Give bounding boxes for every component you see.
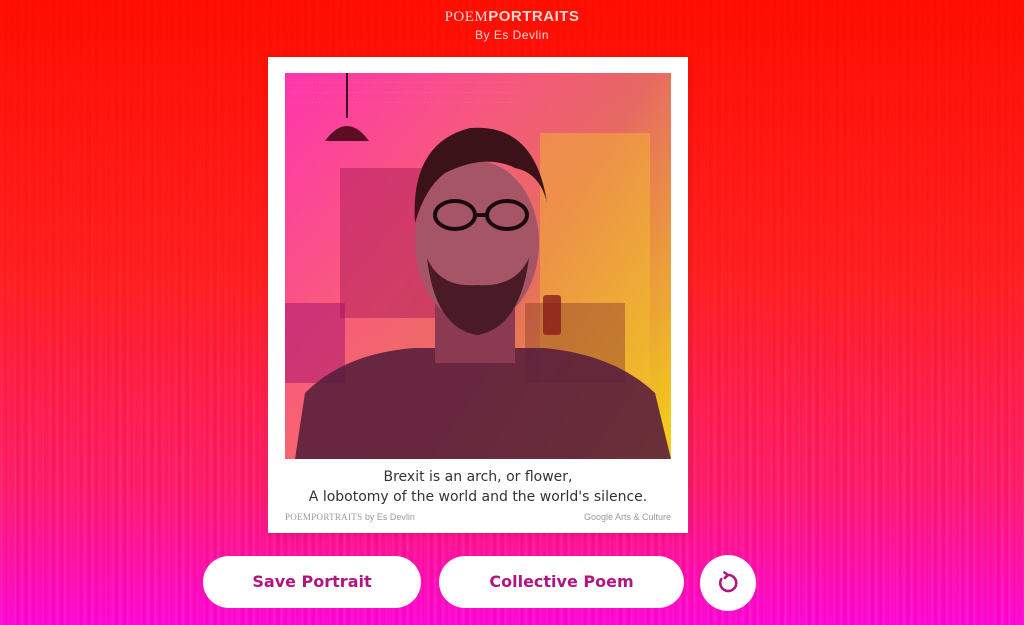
- logo-thin-part: POEM: [444, 9, 489, 25]
- app-logo: POEMPORTRAITS: [0, 8, 1024, 26]
- app-header: POEMPORTRAITS By Es Devlin: [0, 8, 1024, 42]
- retake-button[interactable]: [700, 555, 756, 611]
- portrait-photo: ........................................…: [285, 73, 671, 459]
- collective-poem-button[interactable]: Collective Poem: [439, 556, 684, 608]
- card-footer: POEMPORTRAITS by Es Devlin Google Arts &…: [285, 512, 671, 524]
- footer-byline: by Es Devlin: [362, 512, 415, 522]
- footer-brand-thin: POEM: [285, 512, 312, 522]
- refresh-icon: [718, 571, 738, 593]
- save-portrait-button[interactable]: Save Portrait: [203, 556, 421, 608]
- portrait-image: ........................................…: [285, 73, 671, 459]
- svg-text:..............................: ........................................…: [289, 98, 520, 105]
- app-byline: By Es Devlin: [474, 28, 550, 42]
- card-footer-brand: POEMPORTRAITS by Es Devlin: [285, 512, 415, 522]
- logo-bold-part: PORTRAITS: [488, 8, 580, 25]
- footer-brand-bold: PORTRAITS: [311, 512, 363, 522]
- poem-portrait-card: ........................................…: [268, 57, 688, 533]
- google-arts-culture-logo: Google Arts & Culture: [583, 512, 671, 522]
- poem-text: Brexit is an arch, or flower, A lobotomy…: [268, 467, 688, 507]
- svg-text:..............................: ........................................…: [289, 78, 520, 85]
- svg-text:..............................: ........................................…: [289, 88, 520, 95]
- poem-line-2: A lobotomy of the world and the world's …: [308, 489, 648, 505]
- poem-line-1: Brexit is an arch, or flower,: [383, 469, 573, 485]
